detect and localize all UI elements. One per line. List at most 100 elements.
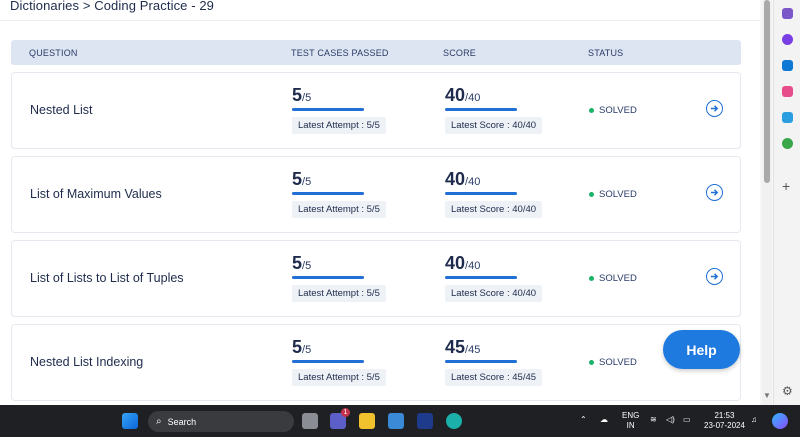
latest-attempt: Latest Attempt : 5/5 [292,117,386,134]
task-view-icon[interactable] [302,413,318,429]
open-question-button[interactable] [706,100,723,117]
status: SOLVED [589,105,637,116]
latest-attempt: Latest Attempt : 5/5 [292,285,386,302]
outlook-icon[interactable] [782,60,793,71]
score-total: /40 [465,260,481,272]
lang-label: ENG [622,411,640,420]
tests-total: /5 [302,92,312,104]
copilot-taskbar-icon[interactable] [772,413,788,429]
status-dot [589,192,594,197]
divider [0,20,760,21]
status-label: SOLVED [599,189,637,200]
status-dot [589,360,594,365]
status: SOLVED [589,273,637,284]
tests-metric: 5/5 Latest Attempt : 5/5 [292,337,386,386]
wifi-icon[interactable]: ≋ [650,415,657,425]
add-icon[interactable]: + [782,178,790,194]
question-title[interactable]: Nested List Indexing [30,355,143,369]
open-question-button[interactable] [706,268,723,285]
question-row[interactable]: Nested List 5/5 Latest Attempt : 5/5 40/… [11,72,741,149]
taskbar-search[interactable]: ⌕ Search [148,411,294,432]
arrow-right-icon [710,189,719,196]
language-indicator[interactable]: ENG IN [622,411,639,431]
mail-icon[interactable] [388,413,404,429]
status-label: SOLVED [599,357,637,368]
notification-bell-icon[interactable]: ♫ [751,415,757,425]
arrow-right-icon [710,105,719,112]
tests-progress-bar [292,276,364,279]
edge-icon[interactable] [446,413,462,429]
tools-icon[interactable] [782,138,793,149]
tests-total: /5 [302,260,312,272]
chevron-up-icon[interactable]: ⌃ [580,415,587,425]
score-metric: 40/40 Latest Score : 40/40 [445,85,543,134]
status-dot [589,108,594,113]
status-label: SOLVED [599,273,637,284]
tests-metric: 5/5 Latest Attempt : 5/5 [292,169,386,218]
score-total: /45 [465,344,481,356]
score-progress-bar [445,108,517,111]
question-title[interactable]: List of Maximum Values [30,187,162,201]
open-question-button[interactable] [706,184,723,201]
region-label: IN [626,421,635,430]
teams-badge: 1 [341,408,350,417]
search-icon: ⌕ [156,416,162,427]
score-value: 45 [445,337,466,357]
tests-metric: 5/5 Latest Attempt : 5/5 [292,85,386,134]
tests-passed: 5 [292,253,303,273]
volume-icon[interactable]: ◁) [666,415,675,425]
latest-score: Latest Score : 40/40 [445,117,543,134]
help-button[interactable]: Help [663,330,740,369]
tests-passed: 5 [292,85,303,105]
breadcrumb[interactable]: Dictionaries > Coding Practice - 29 [10,0,214,13]
question-row[interactable]: List of Maximum Values 5/5 Latest Attemp… [11,156,741,233]
copilot-icon[interactable] [782,8,793,19]
l-app-icon[interactable] [417,413,433,429]
arrow-right-icon [710,273,719,280]
score-total: /40 [465,176,481,188]
shopping-icon[interactable] [782,34,793,45]
status-label: SOLVED [599,105,637,116]
header-question: QUESTION [29,48,78,58]
file-explorer-icon[interactable] [359,413,375,429]
cloud-icon[interactable]: ☁ [600,415,608,425]
search-label: Search [167,416,197,427]
latest-score: Latest Score : 40/40 [445,201,543,218]
status-dot [589,276,594,281]
page-scrollbar[interactable]: ▼ [762,0,772,405]
settings-gear-icon[interactable]: ⚙ [782,384,793,398]
latest-attempt: Latest Attempt : 5/5 [292,369,386,386]
scrollbar-thumb[interactable] [764,0,770,183]
status: SOLVED [589,189,637,200]
question-title[interactable]: Nested List [30,103,93,117]
question-row[interactable]: Nested List Indexing 5/5 Latest Attempt … [11,324,741,401]
score-total: /40 [465,92,481,104]
clock[interactable]: 21:53 23-07-2024 [704,411,745,431]
question-row[interactable]: List of Lists to List of Tuples 5/5 Late… [11,240,741,317]
tests-passed: 5 [292,169,303,189]
score-progress-bar [445,276,517,279]
windows-start-icon[interactable] [122,413,138,429]
tests-progress-bar [292,360,364,363]
score-progress-bar [445,360,517,363]
games-icon[interactable] [782,86,793,97]
tests-metric: 5/5 Latest Attempt : 5/5 [292,253,386,302]
header-status: STATUS [588,48,624,58]
tests-passed: 5 [292,337,303,357]
tests-progress-bar [292,108,364,111]
telegram-icon[interactable] [782,112,793,123]
main-page: Dictionaries > Coding Practice - 29 QUES… [0,0,760,405]
tests-total: /5 [302,344,312,356]
score-metric: 45/45 Latest Score : 45/45 [445,337,543,386]
teams-icon[interactable]: 1 [330,408,350,429]
question-title[interactable]: List of Lists to List of Tuples [30,271,184,285]
latest-score: Latest Score : 45/45 [445,369,543,386]
browser-sidebar: + ⚙ [773,0,800,405]
battery-icon[interactable]: ▭ [683,415,691,425]
score-value: 40 [445,169,466,189]
score-value: 40 [445,253,466,273]
status: SOLVED [589,357,637,368]
scroll-down-arrow-icon[interactable]: ▼ [762,391,772,400]
latest-score: Latest Score : 40/40 [445,285,543,302]
score-value: 40 [445,85,466,105]
